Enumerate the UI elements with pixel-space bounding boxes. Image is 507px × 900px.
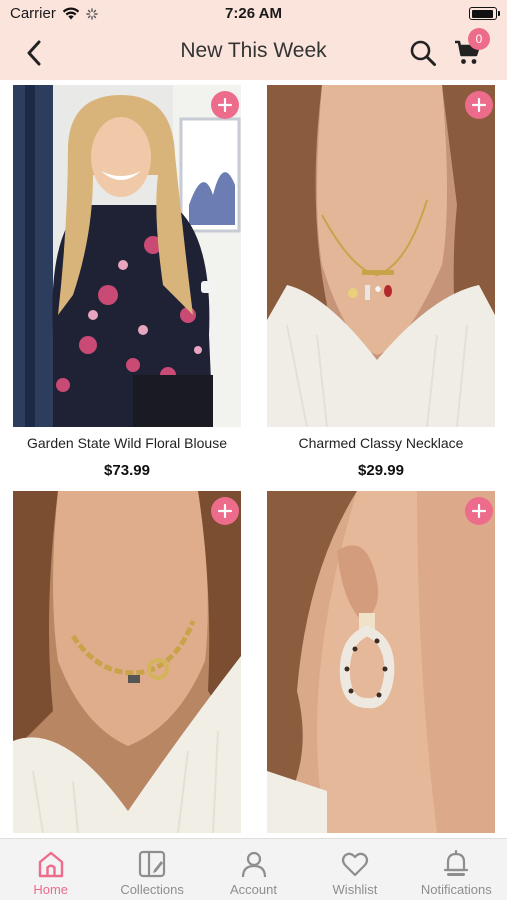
home-icon	[35, 848, 67, 880]
product-image[interactable]	[13, 85, 241, 427]
plus-icon	[218, 98, 232, 112]
product-name[interactable]: Garden State Wild Floral Blouse	[13, 435, 241, 451]
product-image[interactable]	[267, 85, 495, 427]
tab-label: Collections	[120, 882, 184, 897]
tab-label: Home	[33, 882, 69, 897]
product-card[interactable]	[13, 491, 241, 833]
product-card[interactable]: Garden State Wild Floral Blouse $73.99	[13, 85, 241, 485]
plus-icon	[472, 98, 486, 112]
product-card[interactable]: Charmed Classy Necklace $29.99	[267, 85, 495, 485]
product-image[interactable]	[267, 491, 495, 833]
heart-icon	[339, 848, 371, 880]
search-button[interactable]	[406, 36, 440, 70]
add-to-cart-button[interactable]	[211, 497, 239, 525]
product-name[interactable]: Charmed Classy Necklace	[267, 435, 495, 451]
tab-notifications[interactable]: Notifications	[406, 839, 507, 900]
product-card[interactable]	[267, 491, 495, 833]
cart-count-badge: 0	[468, 28, 490, 50]
tab-label: Wishlist	[332, 882, 378, 897]
add-to-cart-button[interactable]	[211, 91, 239, 119]
tab-label: Notifications	[420, 882, 492, 897]
battery-icon	[469, 7, 500, 20]
add-to-cart-button[interactable]	[465, 91, 493, 119]
search-icon	[410, 40, 436, 66]
product-price: $29.99	[358, 462, 404, 479]
tab-bar: Home Collections Account Wishlist Notifi…	[0, 838, 507, 900]
plus-icon	[472, 504, 486, 518]
nav-bar: New This Week 0	[0, 26, 507, 80]
status-time: 7:26 AM	[225, 5, 282, 22]
tab-wishlist[interactable]: Wishlist	[304, 839, 405, 900]
person-icon	[238, 848, 270, 880]
collections-icon	[136, 848, 168, 880]
add-to-cart-button[interactable]	[465, 497, 493, 525]
tab-collections[interactable]: Collections	[101, 839, 202, 900]
status-bar: Carrier 7:26 AM	[0, 0, 507, 26]
header: Carrier 7:26 AM New This Week 0	[0, 0, 507, 80]
bell-icon	[440, 848, 472, 880]
plus-icon	[218, 504, 232, 518]
product-image[interactable]	[13, 491, 241, 833]
tab-home[interactable]: Home	[0, 839, 101, 900]
tab-label: Account	[230, 882, 277, 897]
product-price: $73.99	[104, 462, 150, 479]
tab-account[interactable]: Account	[203, 839, 304, 900]
